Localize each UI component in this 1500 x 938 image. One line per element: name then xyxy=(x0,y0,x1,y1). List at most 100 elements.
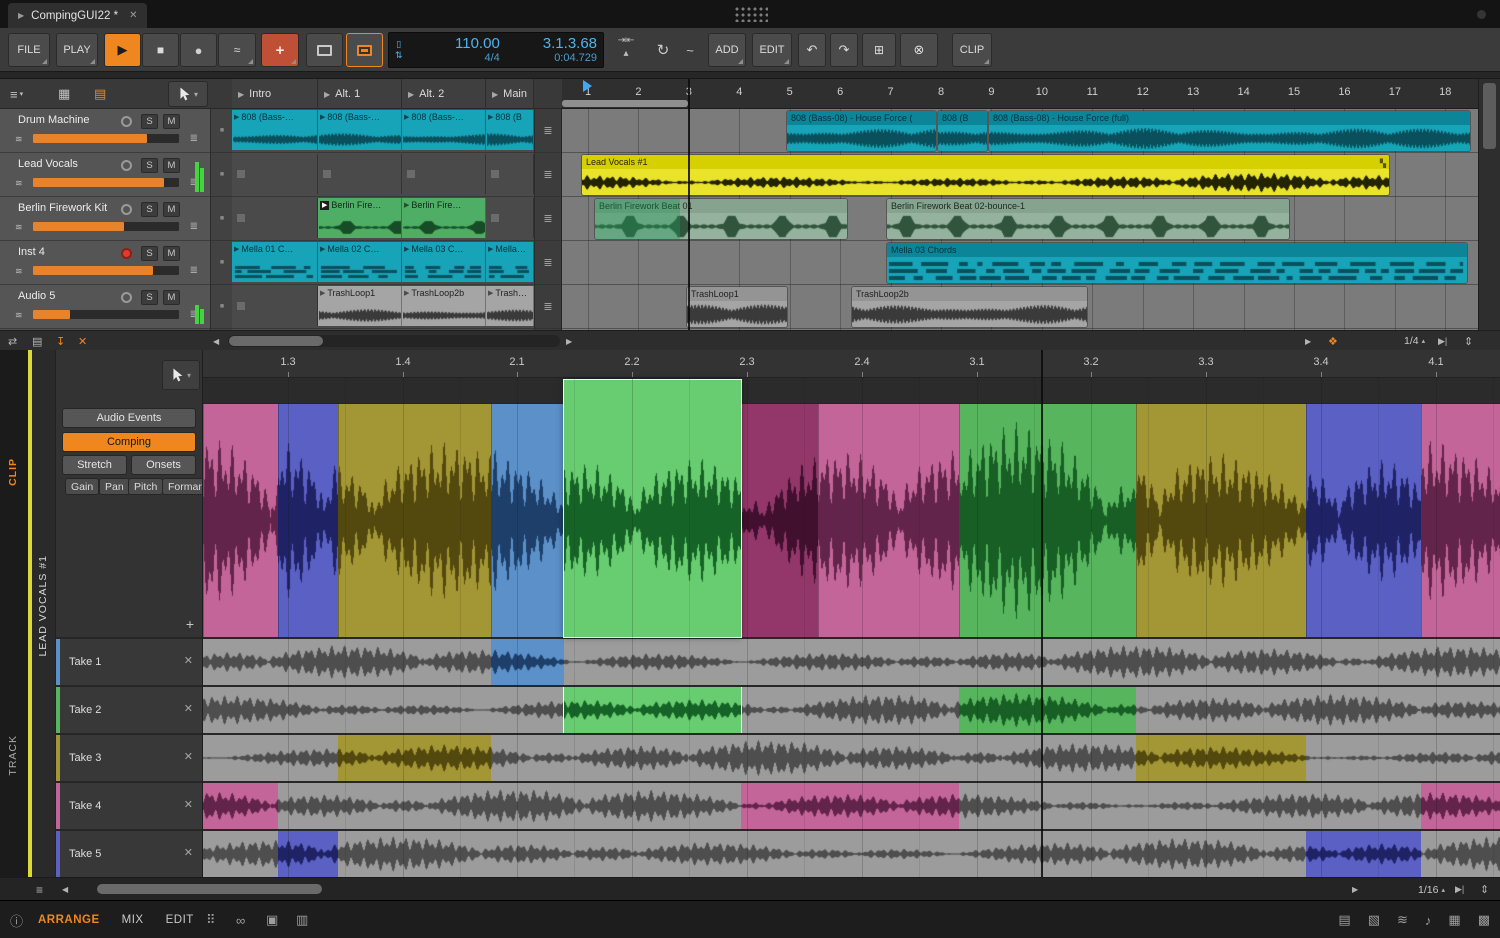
timeline-clip[interactable]: Berlin Firework Beat 01 xyxy=(595,199,847,239)
mixer-layout-toggle[interactable] xyxy=(346,33,383,67)
clip-slot[interactable] xyxy=(232,286,318,326)
mute-button[interactable]: M xyxy=(163,290,180,305)
timeline-clip[interactable]: 808 (Bass-08) - House Force ( xyxy=(787,111,936,151)
clip-play-icon[interactable]: ▶ xyxy=(488,113,493,121)
track-header[interactable]: Lead VocalsSM≋≣ xyxy=(0,153,210,197)
clip-slot[interactable]: ▶808 (Bass-… xyxy=(318,110,402,150)
comp-segment[interactable] xyxy=(278,404,338,637)
inspector-panel-icon[interactable]: ▧ xyxy=(1368,912,1380,928)
comp-segment[interactable] xyxy=(741,404,818,637)
arr-zoom-right-icon[interactable]: ▶ xyxy=(1305,331,1311,351)
take-lane[interactable] xyxy=(203,685,1500,733)
clip-slot[interactable]: ▶TrashLoop2b xyxy=(402,286,486,326)
clip-slot[interactable]: ▶Mella 01 C… xyxy=(232,242,318,282)
clip-play-icon[interactable]: ▶ xyxy=(234,113,239,121)
comp-region[interactable] xyxy=(741,783,959,829)
comp-region[interactable] xyxy=(564,687,741,733)
time-value[interactable]: 0:04.729 xyxy=(554,52,597,65)
tap-tempo-icon[interactable]: ▯ xyxy=(396,40,401,49)
playback-start-marker[interactable] xyxy=(583,80,592,92)
footer-tab-edit[interactable]: EDIT xyxy=(166,914,194,926)
track-menu-icon[interactable]: ≣ xyxy=(190,221,198,232)
footer-tab-arrange[interactable]: ARRANGE xyxy=(38,914,100,926)
clip-slot[interactable]: ▶Berlin Fire… xyxy=(318,198,402,238)
editor-pointer-tool-button[interactable]: ▾ xyxy=(162,360,200,390)
pitch-button[interactable]: Pitch xyxy=(128,478,163,495)
remove-take-icon[interactable]: ✕ xyxy=(184,750,193,763)
clip-slot[interactable]: ▶808 (Bass-… xyxy=(232,110,318,150)
take-lane[interactable] xyxy=(203,829,1500,877)
position-value[interactable]: 3.1.3.68 xyxy=(543,35,597,52)
clip-play-icon[interactable]: ▶ xyxy=(320,289,325,297)
solo-button[interactable]: S xyxy=(141,290,158,305)
record-arm-button[interactable] xyxy=(121,160,132,171)
comp-region[interactable] xyxy=(1421,783,1500,829)
record-arm-button[interactable] xyxy=(121,248,132,259)
comp-segment[interactable] xyxy=(491,404,564,637)
punch-out-icon[interactable]: ⇤ xyxy=(626,35,634,46)
track-header[interactable]: Drum MachineSM≋≣ xyxy=(0,109,210,153)
editor-h-scrollbar[interactable] xyxy=(80,883,1345,895)
take-label-row[interactable]: Take 1✕ xyxy=(56,637,202,685)
scene-track-menu-icon[interactable]: ≣ xyxy=(535,285,561,329)
scene-header[interactable]: ▶Main xyxy=(486,79,534,109)
file-menu-button[interactable]: FILE xyxy=(8,33,50,67)
remove-take-icon[interactable]: ✕ xyxy=(184,846,193,859)
scene-header[interactable]: ▶Alt. 1 xyxy=(318,79,402,109)
clip-slot[interactable] xyxy=(402,154,486,194)
take-lane[interactable] xyxy=(203,781,1500,829)
clip-slot[interactable]: ▶Mella 03 C… xyxy=(402,242,486,282)
clip-menu-button[interactable]: CLIP xyxy=(952,33,992,67)
comp-segment[interactable] xyxy=(1136,404,1306,637)
timeline-clip[interactable]: Berlin Firework Beat 02-bounce-1 xyxy=(887,199,1289,239)
device-panel-icon[interactable]: ▦ xyxy=(1448,912,1460,928)
clip-stop-button[interactable]: ■ xyxy=(211,197,233,241)
dashboard-dots-icon[interactable]: ⠿ xyxy=(206,901,216,938)
clip-slot[interactable] xyxy=(232,198,318,238)
footer-tab-mix[interactable]: MIX xyxy=(122,914,144,926)
dual-panel-icon[interactable]: ▥ xyxy=(296,901,308,938)
take-label-row[interactable]: Take 2✕ xyxy=(56,685,202,733)
layers-icon[interactable]: ≡ xyxy=(36,878,43,901)
comp-region[interactable] xyxy=(1136,735,1306,781)
focus-window-icon[interactable]: ▣ xyxy=(266,901,278,938)
zoom-to-end-icon[interactable]: ▶| xyxy=(1438,331,1447,351)
clip-slot[interactable]: ▶808 (Bass-… xyxy=(402,110,486,150)
arranger-vscroll-thumb[interactable] xyxy=(1483,83,1496,149)
remove-take-icon[interactable]: ✕ xyxy=(184,798,193,811)
clip-slot[interactable] xyxy=(486,154,534,194)
track-list-menu-icon[interactable]: ≡▾ xyxy=(10,83,23,105)
comp-segment[interactable] xyxy=(203,404,278,637)
undo-button[interactable]: ↶ xyxy=(798,33,826,67)
note-editor-panel-icon[interactable]: ♪ xyxy=(1425,913,1432,928)
take-lane[interactable] xyxy=(203,637,1500,685)
comp-region[interactable] xyxy=(278,831,338,877)
track-header[interactable]: Audio 5SM≋≣ xyxy=(0,285,210,329)
automation-write-button[interactable]: ≈ xyxy=(218,33,256,67)
clip-play-icon[interactable]: ▶ xyxy=(404,245,409,253)
marker-icon[interactable]: ▴ xyxy=(623,48,628,59)
record-arm-button[interactable] xyxy=(121,292,132,303)
clip-play-icon[interactable]: ▶ xyxy=(234,245,239,253)
take-label-row[interactable]: Take 4✕ xyxy=(56,781,202,829)
add-button[interactable]: ADD xyxy=(708,33,746,67)
mute-button[interactable]: M xyxy=(163,246,180,261)
scene-play-icon[interactable]: ▶ xyxy=(238,90,244,99)
timeline-clip[interactable]: TrashLoop2b xyxy=(852,287,1087,327)
editor-scroll-right-icon[interactable]: ▶ xyxy=(1352,878,1358,901)
launcher-view-icon[interactable]: ▦ xyxy=(58,83,70,105)
clip-play-icon[interactable]: ▶ xyxy=(320,201,329,210)
solo-button[interactable]: S xyxy=(141,114,158,129)
scene-header[interactable]: ▶Alt. 2 xyxy=(402,79,486,109)
clip-stop-button[interactable]: ■ xyxy=(211,109,233,153)
clear-icon[interactable]: ✕ xyxy=(78,331,87,351)
scene-play-icon[interactable]: ▶ xyxy=(492,90,498,99)
solo-button[interactable]: S xyxy=(141,246,158,261)
clip-play-icon[interactable]: ▶ xyxy=(320,245,325,253)
clip-play-icon[interactable]: ▶ xyxy=(488,245,493,253)
clip-slot[interactable] xyxy=(232,154,318,194)
lanes-view-icon[interactable]: ▤ xyxy=(94,83,106,105)
scroll-follow-icon[interactable]: ↧ xyxy=(56,331,65,351)
tempo-updown-icon[interactable]: ⇅ xyxy=(395,51,403,60)
clip-slot[interactable] xyxy=(318,154,402,194)
